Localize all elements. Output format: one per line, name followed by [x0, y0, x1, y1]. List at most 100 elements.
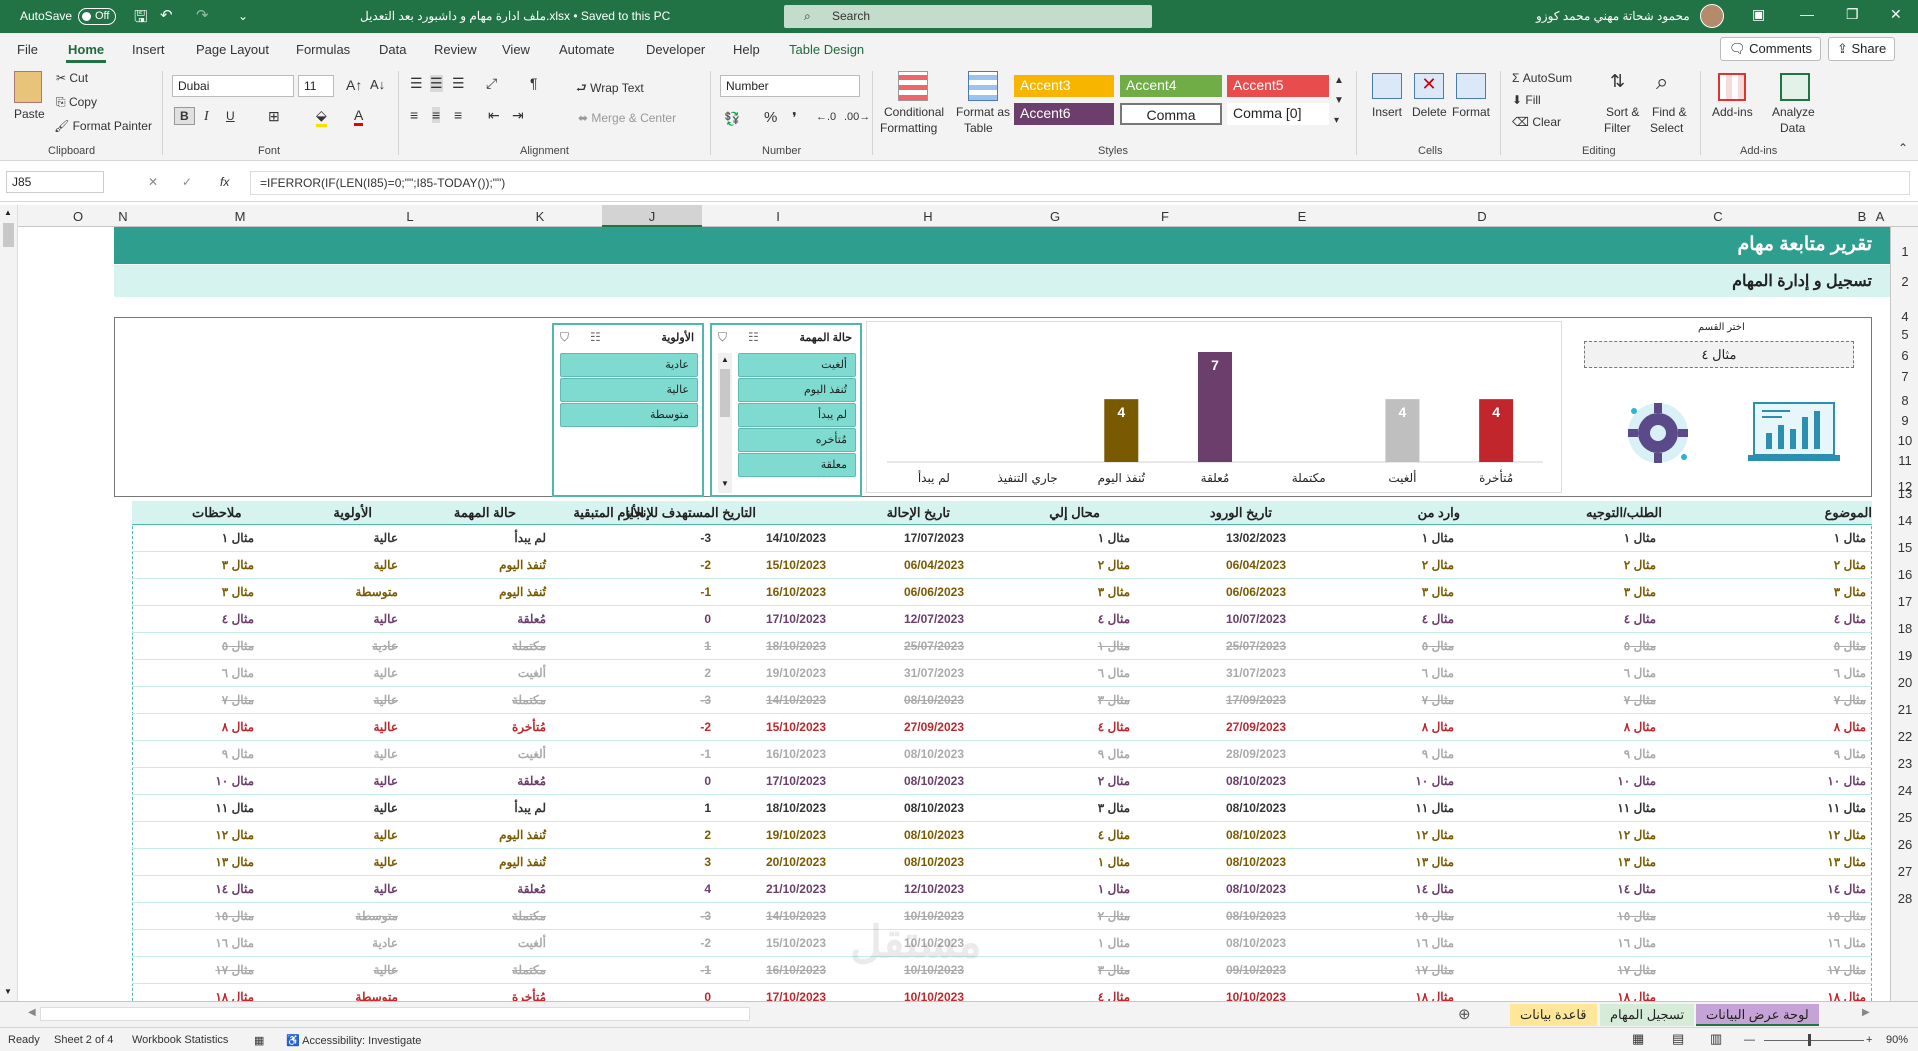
macro-record-icon[interactable]: ▦ [254, 1034, 264, 1047]
dept-selector[interactable]: مثال ٤ [1584, 341, 1854, 368]
row-header-22[interactable]: 22 [1891, 729, 1918, 744]
formula-input[interactable]: =IFERROR(IF(LEN(I85)=0;"";I85-TODAY());"… [260, 176, 505, 190]
row-header-19[interactable]: 19 [1891, 648, 1918, 663]
align-top-icon[interactable]: ☰ [410, 75, 423, 92]
analyze-data-button[interactable]: Analyze [1772, 105, 1815, 119]
table-row[interactable]: مثال ١١ مثال ١١ مثال ١١ 08/10/2023 مثال ٣ 08/… [132, 795, 1872, 822]
accessibility-button[interactable]: ♿ Accessibility: Investigate [286, 1034, 421, 1047]
column-header-F[interactable]: F [1161, 209, 1169, 224]
tab-formulas[interactable]: Formulas [296, 42, 350, 57]
page-layout-view-icon[interactable]: ▤ [1672, 1031, 1684, 1047]
collapse-ribbon-icon[interactable]: ⌃ [1898, 141, 1908, 155]
column-header-O[interactable]: O [73, 209, 83, 224]
format-painter-button[interactable]: 🖌 Format Painter [54, 119, 152, 133]
delete-button[interactable]: Delete [1412, 105, 1447, 119]
find-icon[interactable]: ⌕ [1656, 69, 1668, 95]
row-header-2[interactable]: 2 [1891, 274, 1918, 289]
row-header-23[interactable]: 23 [1891, 756, 1918, 771]
close-icon[interactable]: ✕ [1890, 6, 1902, 23]
slicer-scrollbar[interactable]: ▲ ▼ [718, 353, 732, 493]
status-slicer-item[interactable]: معلقة [738, 453, 856, 477]
scroll-down-icon[interactable]: ▼ [4, 987, 12, 996]
tab-page-layout[interactable]: Page Layout [196, 42, 269, 57]
align-right-icon[interactable]: ≡ [454, 107, 462, 123]
row-header-6[interactable]: 6 [1891, 348, 1918, 363]
merge-center-button[interactable]: ⬌ Merge & Center [578, 111, 676, 125]
table-row[interactable]: مثال ١٣ مثال ١٣ مثال ١٣ 08/10/2023 مثال ١ 08/… [132, 849, 1872, 876]
row-header-15[interactable]: 15 [1891, 540, 1918, 555]
cut-button[interactable]: ✂ Cut [56, 71, 88, 85]
priority-slicer[interactable]: ⛉ ☷ الأولوية عادية عالية متوسطة [552, 323, 704, 497]
wrap-text-button[interactable]: ⮐ Wrap Text [576, 79, 644, 100]
multi-select-icon[interactable]: ☷ [590, 330, 601, 344]
font-size-select[interactable]: 11 [298, 75, 334, 97]
row-header-4[interactable]: 4 [1891, 309, 1918, 324]
comments-button[interactable]: 🗨 Comments [1720, 37, 1821, 61]
bold-button[interactable]: B [174, 107, 195, 125]
name-box[interactable]: J85 [6, 171, 104, 193]
zoom-level[interactable]: 90% [1886, 1034, 1908, 1046]
tab-help[interactable]: Help [733, 42, 760, 57]
indent-increase-icon[interactable]: ⇥ [512, 107, 524, 124]
increase-decimal-icon[interactable]: ←.0 [816, 111, 836, 123]
zoom-out-icon[interactable]: — [1744, 1034, 1755, 1046]
sheet-tab-database[interactable]: قاعدة بيانات [1510, 1004, 1597, 1026]
row-header-10[interactable]: 10 [1891, 433, 1918, 448]
tab-data[interactable]: Data [379, 42, 406, 57]
table-row[interactable]: مثال ٨ مثال ٨ مثال ٨ 27/09/2023 مثال ٤ 27/09/… [132, 714, 1872, 741]
zoom-slider[interactable] [1764, 1040, 1864, 1041]
table-row[interactable]: مثال ١٠ مثال ١٠ مثال ١٠ 08/10/2023 مثال ٢ 08/… [132, 768, 1872, 795]
table-row[interactable]: مثال ٣ مثال ٣ مثال ٣ 06/06/2023 مثال ٣ 06/06/… [132, 579, 1872, 606]
row-header-20[interactable]: 20 [1891, 675, 1918, 690]
insert-function-button[interactable]: fx [220, 175, 229, 189]
format-button[interactable]: Format [1452, 105, 1490, 119]
conditional-formatting-icon[interactable] [898, 71, 928, 101]
status-slicer-item[interactable]: ألغيت [738, 353, 856, 377]
underline-button[interactable]: U [226, 109, 235, 123]
avatar[interactable] [1700, 4, 1724, 28]
autosave-toggle[interactable]: Off [78, 8, 116, 25]
borders-icon[interactable]: ⊞ [268, 108, 280, 125]
row-header-1[interactable]: 1 [1891, 244, 1918, 259]
align-middle-icon[interactable]: ☰ [430, 75, 443, 92]
column-header-C[interactable]: C [1713, 209, 1722, 224]
column-header-H[interactable]: H [923, 209, 932, 224]
decrease-font-icon[interactable]: A↓ [370, 77, 385, 92]
orientation-icon[interactable]: ⤢ [486, 75, 497, 92]
style-accent4[interactable]: Accent4 [1120, 75, 1222, 97]
row-header-5[interactable]: 5 [1891, 327, 1918, 342]
tab-review[interactable]: Review [434, 42, 477, 57]
table-row[interactable]: مثال ٢ مثال ٢ مثال ٢ 06/04/2023 مثال ٢ 06/04/… [132, 552, 1872, 579]
tab-home[interactable]: Home [68, 42, 104, 57]
style-comma[interactable]: Comma [1120, 103, 1222, 125]
table-row[interactable]: مثال ١٧ مثال ١٧ مثال ١٧ 09/10/2023 مثال ٣ 10/… [132, 957, 1872, 984]
column-header-E[interactable]: E [1298, 209, 1307, 224]
align-center-icon[interactable]: ≡ [432, 107, 441, 123]
format-cells-icon[interactable] [1456, 73, 1486, 99]
tab-table-design[interactable]: Table Design [789, 42, 864, 57]
table-row[interactable]: مثال ١٤ مثال ١٤ مثال ١٤ 08/10/2023 مثال ١ 12/… [132, 876, 1872, 903]
addins-button[interactable]: Add-ins [1712, 105, 1753, 119]
format-as-table-icon[interactable] [968, 71, 998, 101]
number-format-select[interactable]: Number [720, 75, 860, 97]
column-header-B[interactable]: B [1858, 209, 1867, 224]
italic-button[interactable]: I [204, 109, 209, 125]
customize-qat-icon[interactable]: ⌄ [238, 9, 248, 23]
styles-scroll-up-icon[interactable]: ▲ [1334, 75, 1344, 86]
indent-decrease-icon[interactable]: ⇤ [488, 107, 500, 124]
table-row[interactable]: مثال ٥ مثال ٥ مثال ٥ 25/07/2023 مثال ١ 25/07/… [132, 633, 1872, 660]
delete-cells-icon[interactable]: ✕ [1414, 73, 1444, 99]
font-name-select[interactable]: Dubai [172, 75, 294, 97]
tab-view[interactable]: View [502, 42, 530, 57]
tab-scroll-left-icon[interactable]: ◀ [28, 1007, 36, 1018]
slicer-scroll-up-icon[interactable]: ▲ [721, 355, 729, 364]
row-header-8[interactable]: 8 [1891, 393, 1918, 408]
enter-icon[interactable]: ✓ [182, 175, 192, 189]
tab-developer[interactable]: Developer [646, 42, 705, 57]
sort-filter-button[interactable]: Sort & [1606, 105, 1639, 119]
fill-color-icon[interactable]: ⬙ [316, 107, 327, 127]
slicer-scroll-down-icon[interactable]: ▼ [721, 479, 729, 488]
row-header-9[interactable]: 9 [1891, 413, 1918, 428]
clear-filter-icon[interactable]: ⛉ [718, 330, 727, 345]
column-header-N[interactable]: N [118, 209, 127, 224]
